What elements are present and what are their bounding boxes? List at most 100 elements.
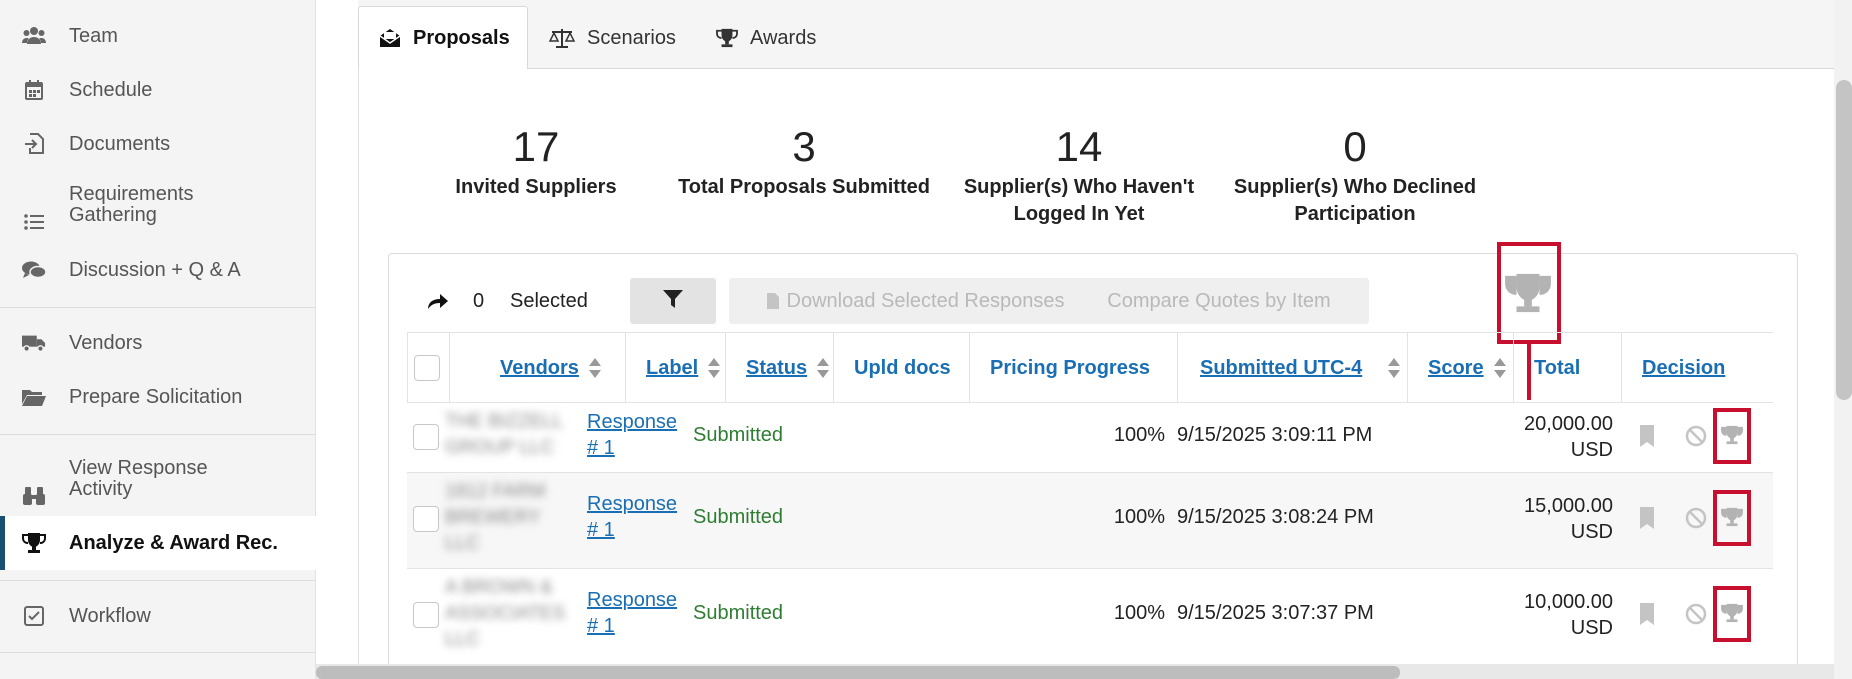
row-checkbox[interactable] (413, 506, 439, 532)
decline-icon[interactable] (1685, 425, 1707, 453)
vertical-scrollbar[interactable] (1836, 80, 1852, 400)
comments-icon (22, 258, 46, 282)
download-label: Download Selected Responses (786, 289, 1065, 312)
sidebar: Team Schedule Documents Requirements Gat… (0, 0, 316, 679)
bookmark-icon[interactable] (1639, 603, 1655, 631)
decline-icon[interactable] (1685, 603, 1707, 631)
pricing-progress: 100% (1113, 602, 1165, 624)
download-selected-responses-button[interactable]: Download Selected Responses (729, 278, 1102, 324)
vendor-name[interactable]: 1812 FARM BREWERY LLC (445, 479, 573, 557)
sort-icon[interactable] (588, 358, 601, 378)
horizontal-scrollbar[interactable] (316, 666, 1400, 679)
bookmark-icon[interactable] (1639, 425, 1655, 453)
sidebar-item-team[interactable]: Team (0, 16, 316, 56)
binoculars-icon (22, 484, 46, 508)
main-content: Proposals Scenarios Awards 17 Invited Su… (358, 0, 1852, 679)
award-trophy-icon[interactable] (1721, 603, 1743, 629)
sidebar-item-workflow[interactable]: Workflow (0, 596, 316, 636)
submitted-date: 9/15/2025 3:08:24 PM (1177, 506, 1374, 528)
select-all-checkbox[interactable] (414, 355, 440, 381)
sort-icon[interactable] (1493, 358, 1506, 378)
sidebar-item-label: Discussion + Q & A (69, 258, 241, 281)
vendor-name[interactable]: THE BIZZELL GROUP LLC (445, 409, 573, 461)
stat-caption: Supplier(s) Who Declined Participation (1233, 176, 1477, 225)
header-decision-link[interactable]: Decision (1642, 357, 1725, 380)
sidebar-item-vendors[interactable]: Vendors (0, 323, 316, 363)
trophy-icon (716, 28, 738, 48)
sidebar-divider (0, 434, 316, 435)
submitted-date: 9/15/2025 3:07:37 PM (1177, 602, 1374, 624)
stat-caption: Invited Suppliers (455, 176, 617, 198)
sort-icon[interactable] (817, 358, 830, 378)
tab-awards[interactable]: Awards (716, 6, 836, 70)
sort-icon[interactable] (1388, 358, 1401, 378)
header-submitted-link[interactable]: Submitted UTC-4 (1200, 357, 1362, 380)
selected-count: 0 (473, 290, 485, 312)
sidebar-item-prepare-solicitation[interactable]: Prepare Solicitation (0, 377, 316, 417)
header-score-link[interactable]: Score (1428, 357, 1484, 380)
sidebar-item-label: Requirements Gathering (69, 183, 194, 226)
award-trophy-icon[interactable] (1721, 425, 1743, 451)
row-checkbox[interactable] (413, 602, 439, 628)
header-label-link[interactable]: Label (646, 357, 698, 380)
sidebar-divider (0, 580, 316, 581)
sidebar-item-discussion[interactable]: Discussion + Q & A (0, 250, 316, 290)
response-link-line2[interactable]: # 1 (587, 613, 677, 639)
filter-icon (663, 289, 683, 313)
selected-label: Selected (510, 290, 588, 312)
scale-icon (549, 27, 575, 49)
response-link-line1[interactable]: Response (587, 409, 677, 435)
row-checkbox[interactable] (413, 424, 439, 450)
sort-icon[interactable] (708, 358, 721, 378)
header-status[interactable]: Status (726, 333, 834, 403)
total-value: 15,000.00 USD (1467, 493, 1613, 545)
tab-label: Proposals (413, 26, 510, 49)
tab-proposals[interactable]: Proposals (358, 6, 528, 70)
sidebar-item-schedule[interactable]: Schedule (0, 70, 316, 110)
header-pricing-progress: Pricing Progress (970, 333, 1178, 403)
response-link[interactable]: Response # 1 (587, 409, 677, 461)
total-amount: 15,000.00 (1524, 495, 1613, 517)
sidebar-item-label: Analyze & Award Rec. (69, 531, 278, 554)
total-currency: USD (1570, 521, 1613, 543)
stat-caption: Supplier(s) Who Haven't Logged In Yet (963, 176, 1195, 225)
sidebar-item-view-response-activity[interactable]: View Response Activity (0, 458, 316, 518)
compare-label: Compare Quotes by Item (1107, 289, 1331, 312)
filter-button[interactable] (630, 278, 716, 324)
bookmark-icon[interactable] (1639, 507, 1655, 535)
sidebar-item-label: Workflow (69, 604, 151, 627)
sidebar-item-documents[interactable]: Documents (0, 124, 316, 164)
decline-icon[interactable] (1685, 507, 1707, 535)
vendor-name[interactable]: A BROWN & ASSOCIATES LLC (445, 575, 573, 653)
checkbox-icon (22, 604, 46, 628)
header-submitted[interactable]: Submitted UTC-4 (1178, 333, 1408, 403)
header-decision[interactable]: Decision (1622, 333, 1773, 403)
header-vendors[interactable]: Vendors (450, 333, 626, 403)
header-vendors-link[interactable]: Vendors (500, 357, 579, 380)
header-pricing-text: Pricing Progress (990, 356, 1151, 379)
table-row: THE BIZZELL GROUP LLC Response # 1 Submi… (407, 402, 1773, 472)
sidebar-item-label: Documents (69, 132, 171, 155)
response-link-line2[interactable]: # 1 (587, 517, 677, 543)
tab-scenarios[interactable]: Scenarios (549, 6, 689, 70)
folder-open-icon (22, 385, 46, 409)
award-trophy-icon[interactable] (1721, 507, 1743, 533)
share-arrow-icon[interactable] (427, 292, 449, 315)
sidebar-item-analyze-award[interactable]: Analyze & Award Rec. (0, 516, 316, 570)
response-link[interactable]: Response # 1 (587, 587, 677, 639)
list-icon (22, 210, 46, 234)
sidebar-item-label: Vendors (69, 331, 143, 354)
sidebar-item-requirements-gathering[interactable]: Requirements Gathering (0, 184, 316, 244)
header-status-link[interactable]: Status (746, 357, 807, 380)
award-all-trophy-icon[interactable] (1505, 272, 1551, 319)
response-link[interactable]: Response # 1 (587, 491, 677, 543)
stat-value: 3 (792, 123, 816, 170)
response-link-line2[interactable]: # 1 (587, 435, 677, 461)
total-value: 20,000.00 USD (1467, 411, 1613, 463)
response-link-line1[interactable]: Response (587, 491, 677, 517)
response-link-line1[interactable]: Response (587, 587, 677, 613)
header-label[interactable]: Label (626, 333, 726, 403)
compare-quotes-button[interactable]: Compare Quotes by Item (1069, 278, 1369, 324)
proposals-card: 0 Selected Download Selected Responses C… (388, 242, 1798, 679)
header-score[interactable]: Score (1408, 333, 1514, 403)
